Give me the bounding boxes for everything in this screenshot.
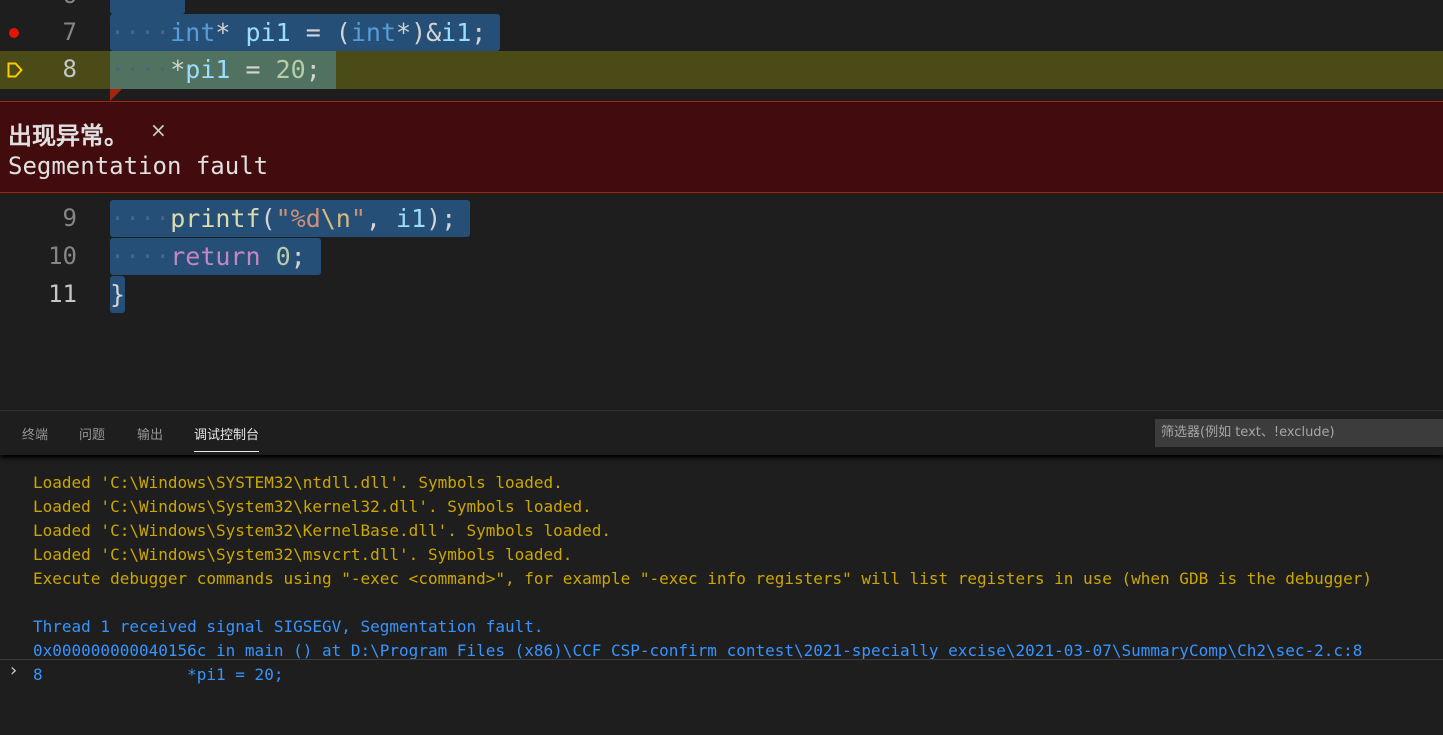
panel-tabs: 终端 问题 输出 调试控制台 筛选器(例如 text、!exclude) bbox=[0, 411, 1443, 455]
code-text: ····int* pi1 = (int*)&i1; bbox=[110, 18, 487, 47]
tab-problems[interactable]: 问题 bbox=[79, 424, 105, 443]
line-number: 10 bbox=[48, 242, 77, 270]
exception-message: Segmentation fault bbox=[8, 152, 269, 180]
code-text: } bbox=[110, 280, 126, 309]
tab-terminal[interactable]: 终端 bbox=[22, 424, 48, 443]
code-line-10: 10 ····return 0; bbox=[0, 238, 1443, 275]
code-line-8-current: 8 ····*pi1 = 20; bbox=[0, 51, 1443, 89]
code-line-7: 7 ····int* pi1 = (int*)&i1; bbox=[0, 14, 1443, 51]
tab-output[interactable]: 输出 bbox=[137, 424, 163, 443]
console-line: Loaded 'C:\Windows\System32\msvcrt.dll'.… bbox=[33, 545, 573, 564]
console-line: Execute debugger commands using "-exec <… bbox=[33, 569, 1372, 588]
code-line-9: 9 ····printf("%d\n", i1); bbox=[0, 200, 1443, 237]
console-line: Thread 1 received signal SIGSEGV, Segmen… bbox=[33, 617, 544, 636]
exception-widget: 出现异常。 × Segmentation fault bbox=[0, 101, 1443, 193]
prompt-chevron-icon: › bbox=[8, 660, 19, 681]
tab-debug-console[interactable]: 调试控制台 bbox=[194, 424, 260, 452]
code-line-11: 11 } bbox=[0, 276, 1443, 313]
line-number: 8 bbox=[62, 55, 77, 83]
debug-console-output: Loaded 'C:\Windows\SYSTEM32\ntdll.dll'. … bbox=[33, 447, 1372, 735]
code-line-6: 6 bbox=[0, 0, 1443, 14]
code-text: ····*pi1 = 20; bbox=[110, 55, 321, 84]
code-text: ····printf("%d\n", i1); bbox=[110, 204, 457, 233]
exception-pointer bbox=[110, 89, 122, 101]
line-number: 11 bbox=[48, 280, 77, 308]
console-line: Loaded 'C:\Windows\System32\KernelBase.d… bbox=[33, 521, 611, 540]
console-line: Loaded 'C:\Windows\SYSTEM32\ntdll.dll'. … bbox=[33, 473, 563, 492]
console-input[interactable]: › bbox=[0, 659, 1443, 683]
bottom-panel: 终端 问题 输出 调试控制台 筛选器(例如 text、!exclude) Loa… bbox=[0, 410, 1443, 684]
close-icon[interactable]: × bbox=[150, 118, 167, 142]
line-number: 7 bbox=[62, 18, 77, 46]
exception-title: 出现异常。 bbox=[8, 122, 128, 150]
console-line: Loaded 'C:\Windows\System32\kernel32.dll… bbox=[33, 497, 592, 516]
line-number: 6 bbox=[0, 0, 77, 14]
code-text: ····return 0; bbox=[110, 242, 306, 271]
line-number: 9 bbox=[62, 204, 77, 232]
filter-input[interactable]: 筛选器(例如 text、!exclude) bbox=[1155, 419, 1443, 447]
code-editor[interactable]: 6 7 ····int* pi1 = (int*)&i1; 8 ····*pi1… bbox=[0, 0, 1443, 410]
